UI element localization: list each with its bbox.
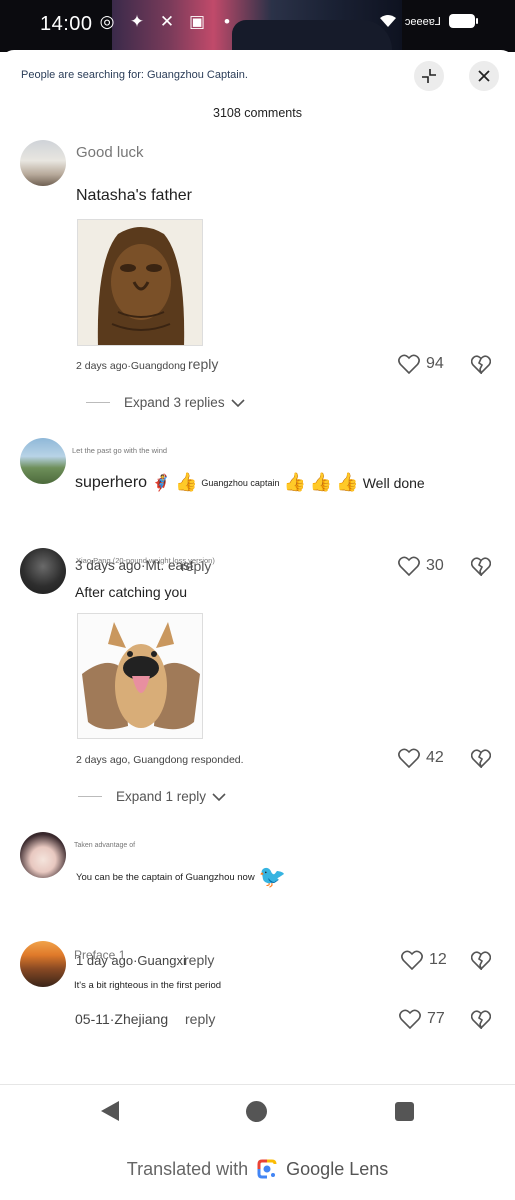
- heart-icon: [399, 1009, 421, 1029]
- app-notification-icon: ✕: [159, 12, 175, 31]
- expand-replies-label: Expand 1 reply: [116, 789, 207, 804]
- avatar[interactable]: [20, 548, 66, 594]
- like-button[interactable]: 12: [401, 950, 447, 970]
- status-time: 14:00: [40, 13, 93, 35]
- comment-count: 3108 comments: [213, 106, 302, 120]
- chevron-down-icon: [212, 792, 226, 801]
- google-lens-icon: [257, 1159, 277, 1179]
- like-count: 42: [426, 749, 444, 766]
- reply-button[interactable]: reply: [188, 356, 218, 372]
- broken-heart-icon: [470, 355, 492, 376]
- avatar[interactable]: [20, 438, 66, 484]
- comment-text: After catching you: [75, 584, 188, 600]
- collapse-button[interactable]: [414, 61, 444, 91]
- dog-bat-meme-image: [82, 622, 200, 730]
- comment-time-location: 05-11·Zhejiang: [75, 1011, 169, 1027]
- searching-for-banner[interactable]: People are searching for: Guangzhou Capt…: [21, 69, 248, 81]
- heart-icon: [398, 354, 420, 374]
- system-navigation-bar: [0, 1084, 515, 1136]
- expand-replies-button[interactable]: Expand 3 replies: [86, 395, 245, 410]
- app-notification-icon: ▣: [188, 12, 206, 31]
- comment-username[interactable]: Taken advantage of: [74, 842, 135, 849]
- comment-image[interactable]: [77, 219, 203, 346]
- like-count: 12: [429, 951, 447, 968]
- heart-icon: [398, 748, 420, 768]
- back-icon[interactable]: [100, 1100, 120, 1122]
- recents-icon[interactable]: [395, 1102, 414, 1121]
- superhero-emoji-icon: 🦸: [151, 474, 171, 492]
- dislike-button[interactable]: [470, 951, 492, 975]
- dislike-button[interactable]: [470, 1010, 492, 1034]
- comment-text-part: Well done: [362, 474, 425, 491]
- carrier-label: ɔeeeɐ⅃: [404, 15, 441, 28]
- chevron-down-icon: [231, 398, 245, 407]
- comment-text: Natasha's father: [76, 187, 193, 204]
- like-button[interactable]: 94: [398, 354, 444, 374]
- like-count: 94: [426, 355, 444, 372]
- comment-text-content: You can be the captain of Guangzhou now: [76, 871, 255, 883]
- notification-icons: ◎ ✦ ✕ ▣ •: [96, 12, 238, 32]
- reply-button[interactable]: reply: [184, 952, 214, 968]
- reply-button[interactable]: reply: [185, 1011, 215, 1027]
- expand-replies-label: Expand 3 replies: [124, 395, 225, 410]
- heart-icon: [398, 556, 420, 576]
- comment-username[interactable]: Preface 1: [74, 948, 125, 962]
- comment-text: superhero 🦸 👍 Guangzhou captain 👍 👍 👍 We…: [75, 472, 425, 493]
- translation-credit: Translated with Google Lens: [0, 1158, 515, 1180]
- dislike-button[interactable]: [470, 749, 492, 773]
- broken-heart-icon: [470, 557, 492, 578]
- comment-time-location: 2 days ago·Guangdong: [76, 360, 186, 372]
- app-notification-icon: ✦: [129, 12, 145, 31]
- like-count: 77: [427, 1010, 445, 1027]
- close-button[interactable]: [469, 61, 499, 91]
- broken-heart-icon: [470, 749, 492, 770]
- divider-line: [78, 796, 102, 797]
- status-right-cluster: ɔeeeɐ⅃: [379, 14, 478, 28]
- thumbs-up-emoji-icon: 👍: [174, 472, 198, 492]
- comment-text: It's a bit righteous in the first period: [74, 980, 222, 991]
- comments-sheet: People are searching for: Guangzhou Capt…: [0, 50, 515, 1200]
- thumbs-up-emoji-icon: 👍: [283, 472, 306, 492]
- google-lens-label: Google Lens: [286, 1158, 389, 1179]
- home-icon[interactable]: [246, 1101, 267, 1122]
- like-button[interactable]: 30: [398, 556, 444, 576]
- wifi-icon: [379, 15, 396, 27]
- close-icon: [478, 70, 490, 82]
- thumbs-up-emoji-icon: 👍: [309, 472, 333, 492]
- broken-heart-icon: [470, 1010, 492, 1031]
- avatar[interactable]: [20, 140, 66, 186]
- translated-with-label: Translated with: [126, 1158, 249, 1179]
- like-count: 30: [426, 557, 444, 574]
- comment-text: You can be the captain of Guangzhou now …: [76, 864, 286, 890]
- expand-replies-button[interactable]: Expand 1 reply: [78, 789, 226, 804]
- parrot-emoji-icon: 🐦: [258, 864, 287, 889]
- comment-image[interactable]: [77, 613, 203, 739]
- collapse-icon: [422, 69, 436, 83]
- comment-time-location: 2 days ago, Guangdong responded.: [76, 754, 244, 766]
- comment-username[interactable]: Let the past go with the wind: [72, 446, 167, 455]
- broken-heart-icon: [470, 951, 492, 972]
- avatar[interactable]: [20, 832, 66, 878]
- avatar[interactable]: [20, 941, 66, 987]
- comment-text-part: Guangzhou captain: [201, 477, 280, 488]
- divider-line: [86, 402, 110, 403]
- like-button[interactable]: 77: [399, 1009, 445, 1029]
- like-button[interactable]: 42: [398, 748, 444, 768]
- comment-username[interactable]: Xiao Pang (20-pound weight loss version): [76, 556, 215, 565]
- dislike-button[interactable]: [470, 355, 492, 379]
- comment-username[interactable]: Good luck: [76, 144, 144, 161]
- status-bar: 14:00 ◎ ✦ ✕ ▣ • ɔeeeɐ⅃: [0, 0, 515, 52]
- heart-icon: [401, 950, 423, 970]
- instagram-icon: ◎: [99, 12, 115, 31]
- thumbs-up-emoji-icon: 👍: [336, 472, 359, 492]
- dislike-button[interactable]: [470, 557, 492, 581]
- more-notifications-dot-icon: •: [224, 12, 230, 31]
- comment-text-part: superhero: [75, 473, 148, 491]
- statue-face-image: [97, 227, 185, 345]
- battery-icon: [449, 14, 478, 28]
